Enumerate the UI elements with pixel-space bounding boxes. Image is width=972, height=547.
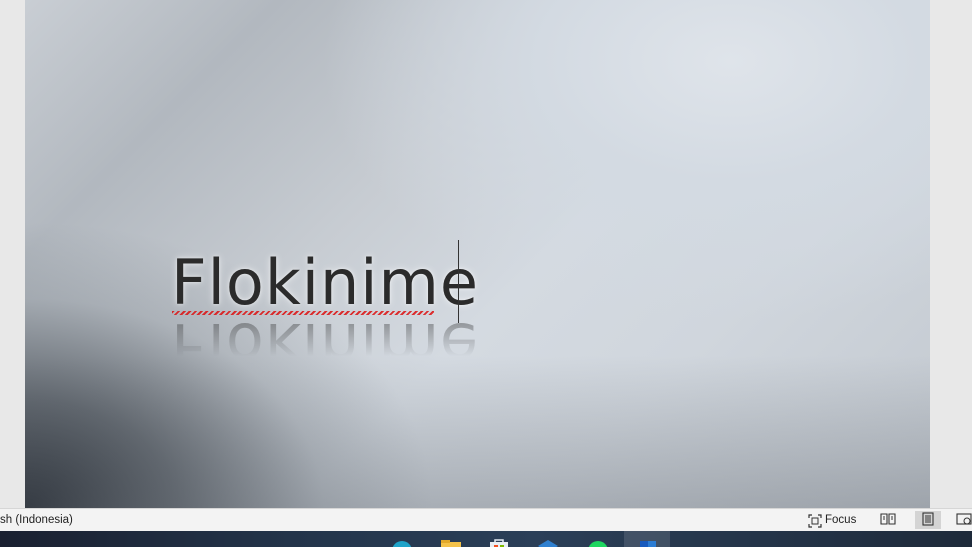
- focus-label: Focus: [825, 514, 857, 526]
- document-page[interactable]: Flokinime Flokinime: [25, 0, 930, 508]
- file-explorer-icon[interactable]: [439, 538, 463, 547]
- language-indicator[interactable]: sh (Indonesia): [0, 514, 73, 526]
- print-layout-button[interactable]: [915, 511, 941, 529]
- status-bar: sh (Indonesia) Focus: [0, 508, 972, 532]
- spotify-icon[interactable]: [586, 538, 610, 547]
- focus-button[interactable]: Focus: [808, 511, 856, 529]
- word-icon[interactable]: [636, 538, 660, 547]
- print-layout-icon: [921, 511, 935, 529]
- web-layout-icon: [955, 512, 972, 529]
- read-mode-button[interactable]: [875, 511, 901, 529]
- text-cursor: [458, 240, 459, 323]
- focus-icon: [808, 513, 822, 528]
- wordart-text[interactable]: Flokinime: [171, 246, 479, 320]
- web-layout-button[interactable]: [955, 511, 972, 529]
- spellcheck-underline: [172, 311, 434, 315]
- document-area: Flokinime Flokinime: [0, 0, 972, 508]
- taskbar: [0, 531, 972, 547]
- vscode-icon[interactable]: [536, 538, 560, 547]
- read-mode-icon: [880, 512, 896, 529]
- store-icon[interactable]: [487, 538, 511, 547]
- edge-icon[interactable]: [390, 538, 414, 547]
